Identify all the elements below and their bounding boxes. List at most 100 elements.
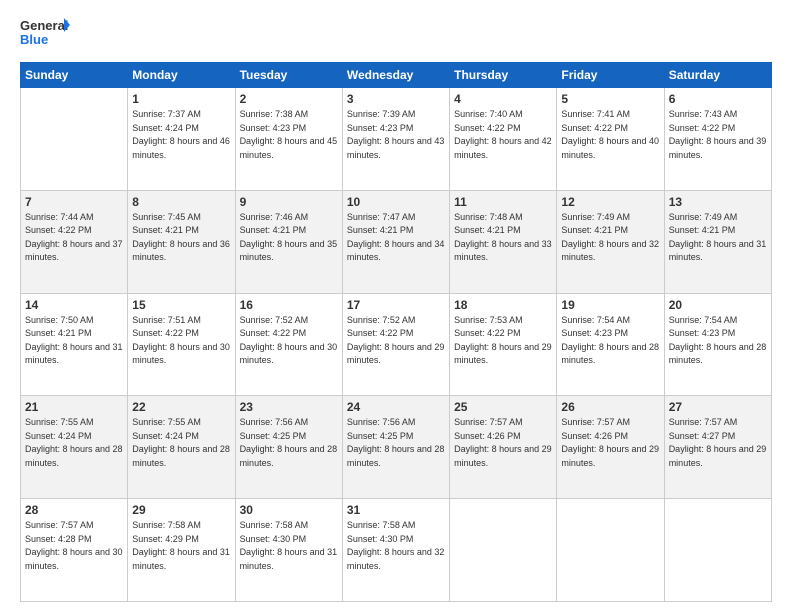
day-info: Sunrise: 7:57 AMSunset: 4:27 PMDaylight:… <box>669 416 767 470</box>
calendar-cell: 7 Sunrise: 7:44 AMSunset: 4:22 PMDaylight… <box>21 190 128 293</box>
calendar-cell: 4Sunrise: 7:40 AMSunset: 4:22 PMDaylight… <box>450 88 557 191</box>
day-info: Sunrise: 7:38 AMSunset: 4:23 PMDaylight:… <box>240 108 338 162</box>
page: General Blue SundayMondayTuesdayWednesda… <box>0 0 792 612</box>
calendar-cell: 14 Sunrise: 7:50 AMSunset: 4:21 PMDayligh… <box>21 293 128 396</box>
day-number: 13 <box>669 195 767 209</box>
day-number: 24 <box>347 400 445 414</box>
header-day-tuesday: Tuesday <box>235 63 342 88</box>
day-info: Sunrise: 7:53 AMSunset: 4:22 PMDaylight:… <box>454 314 552 368</box>
calendar-cell: 11 Sunrise: 7:48 AMSunset: 4:21 PMDayligh… <box>450 190 557 293</box>
header-day-sunday: Sunday <box>21 63 128 88</box>
day-number: 5 <box>561 92 659 106</box>
header-day-saturday: Saturday <box>664 63 771 88</box>
day-info: Sunrise: 7:58 AMSunset: 4:30 PMDaylight:… <box>240 519 338 573</box>
day-info: Sunrise: 7:55 AMSunset: 4:24 PMDaylight:… <box>25 416 123 470</box>
calendar-cell: 30 Sunrise: 7:58 AMSunset: 4:30 PMDayligh… <box>235 499 342 602</box>
calendar-cell: 23 Sunrise: 7:56 AMSunset: 4:25 PMDayligh… <box>235 396 342 499</box>
calendar-cell <box>664 499 771 602</box>
day-number: 18 <box>454 298 552 312</box>
calendar-cell: 26 Sunrise: 7:57 AMSunset: 4:26 PMDayligh… <box>557 396 664 499</box>
day-number: 17 <box>347 298 445 312</box>
day-info: Sunrise: 7:51 AMSunset: 4:22 PMDaylight:… <box>132 314 230 368</box>
calendar-cell: 18 Sunrise: 7:53 AMSunset: 4:22 PMDayligh… <box>450 293 557 396</box>
day-info: Sunrise: 7:54 AMSunset: 4:23 PMDaylight:… <box>669 314 767 368</box>
calendar-cell: 3Sunrise: 7:39 AMSunset: 4:23 PMDaylight… <box>342 88 449 191</box>
calendar-cell: 5 Sunrise: 7:41 AMSunset: 4:22 PMDaylight… <box>557 88 664 191</box>
calendar-cell <box>450 499 557 602</box>
day-number: 27 <box>669 400 767 414</box>
calendar-cell: 8 Sunrise: 7:45 AMSunset: 4:21 PMDaylight… <box>128 190 235 293</box>
week-row-5: 28Sunrise: 7:57 AMSunset: 4:28 PMDayligh… <box>21 499 772 602</box>
day-info: Sunrise: 7:49 AMSunset: 4:21 PMDaylight:… <box>669 211 767 265</box>
calendar-cell: 20 Sunrise: 7:54 AMSunset: 4:23 PMDayligh… <box>664 293 771 396</box>
calendar-cell: 12 Sunrise: 7:49 AMSunset: 4:21 PMDayligh… <box>557 190 664 293</box>
calendar-cell: 17Sunrise: 7:52 AMSunset: 4:22 PMDayligh… <box>342 293 449 396</box>
calendar-cell: 2 Sunrise: 7:38 AMSunset: 4:23 PMDaylight… <box>235 88 342 191</box>
logo: General Blue <box>20 16 70 52</box>
day-number: 6 <box>669 92 767 106</box>
svg-text:Blue: Blue <box>20 32 48 47</box>
calendar-cell: 25 Sunrise: 7:57 AMSunset: 4:26 PMDayligh… <box>450 396 557 499</box>
calendar-cell: 13 Sunrise: 7:49 AMSunset: 4:21 PMDayligh… <box>664 190 771 293</box>
day-info: Sunrise: 7:43 AMSunset: 4:22 PMDaylight:… <box>669 108 767 162</box>
day-number: 3 <box>347 92 445 106</box>
calendar-cell: 9Sunrise: 7:46 AMSunset: 4:21 PMDaylight… <box>235 190 342 293</box>
logo-svg: General Blue <box>20 16 70 52</box>
day-number: 31 <box>347 503 445 517</box>
header-day-wednesday: Wednesday <box>342 63 449 88</box>
day-info: Sunrise: 7:44 AMSunset: 4:22 PMDaylight:… <box>25 211 123 265</box>
day-number: 10 <box>347 195 445 209</box>
calendar-cell: 27 Sunrise: 7:57 AMSunset: 4:27 PMDayligh… <box>664 396 771 499</box>
calendar-cell: 1 Sunrise: 7:37 AMSunset: 4:24 PMDaylight… <box>128 88 235 191</box>
week-row-2: 7 Sunrise: 7:44 AMSunset: 4:22 PMDaylight… <box>21 190 772 293</box>
week-row-3: 14 Sunrise: 7:50 AMSunset: 4:21 PMDayligh… <box>21 293 772 396</box>
day-number: 25 <box>454 400 552 414</box>
calendar-cell: 29Sunrise: 7:58 AMSunset: 4:29 PMDayligh… <box>128 499 235 602</box>
day-info: Sunrise: 7:45 AMSunset: 4:21 PMDaylight:… <box>132 211 230 265</box>
day-number: 11 <box>454 195 552 209</box>
day-info: Sunrise: 7:54 AMSunset: 4:23 PMDaylight:… <box>561 314 659 368</box>
day-number: 26 <box>561 400 659 414</box>
calendar-cell <box>21 88 128 191</box>
calendar-cell: 19 Sunrise: 7:54 AMSunset: 4:23 PMDayligh… <box>557 293 664 396</box>
day-number: 14 <box>25 298 123 312</box>
day-number: 22 <box>132 400 230 414</box>
day-number: 4 <box>454 92 552 106</box>
day-info: Sunrise: 7:47 AMSunset: 4:21 PMDaylight:… <box>347 211 445 265</box>
calendar-cell: 16 Sunrise: 7:52 AMSunset: 4:22 PMDayligh… <box>235 293 342 396</box>
calendar-cell: 22Sunrise: 7:55 AMSunset: 4:24 PMDayligh… <box>128 396 235 499</box>
day-info: Sunrise: 7:57 AMSunset: 4:26 PMDaylight:… <box>454 416 552 470</box>
svg-text:General: General <box>20 18 68 33</box>
day-number: 1 <box>132 92 230 106</box>
day-info: Sunrise: 7:52 AMSunset: 4:22 PMDaylight:… <box>240 314 338 368</box>
day-number: 19 <box>561 298 659 312</box>
day-info: Sunrise: 7:57 AMSunset: 4:26 PMDaylight:… <box>561 416 659 470</box>
day-number: 12 <box>561 195 659 209</box>
day-number: 2 <box>240 92 338 106</box>
calendar-cell: 10 Sunrise: 7:47 AMSunset: 4:21 PMDayligh… <box>342 190 449 293</box>
header: General Blue <box>20 16 772 52</box>
day-number: 20 <box>669 298 767 312</box>
day-info: Sunrise: 7:48 AMSunset: 4:21 PMDaylight:… <box>454 211 552 265</box>
day-info: Sunrise: 7:50 AMSunset: 4:21 PMDaylight:… <box>25 314 123 368</box>
day-number: 9 <box>240 195 338 209</box>
calendar-cell: 15Sunrise: 7:51 AMSunset: 4:22 PMDayligh… <box>128 293 235 396</box>
calendar-cell: 28Sunrise: 7:57 AMSunset: 4:28 PMDayligh… <box>21 499 128 602</box>
calendar-cell: 21Sunrise: 7:55 AMSunset: 4:24 PMDayligh… <box>21 396 128 499</box>
days-header-row: SundayMondayTuesdayWednesdayThursdayFrid… <box>21 63 772 88</box>
day-number: 23 <box>240 400 338 414</box>
calendar-cell <box>557 499 664 602</box>
week-row-4: 21Sunrise: 7:55 AMSunset: 4:24 PMDayligh… <box>21 396 772 499</box>
day-number: 16 <box>240 298 338 312</box>
day-number: 30 <box>240 503 338 517</box>
day-info: Sunrise: 7:49 AMSunset: 4:21 PMDaylight:… <box>561 211 659 265</box>
day-info: Sunrise: 7:41 AMSunset: 4:22 PMDaylight:… <box>561 108 659 162</box>
day-info: Sunrise: 7:56 AMSunset: 4:25 PMDaylight:… <box>240 416 338 470</box>
header-day-friday: Friday <box>557 63 664 88</box>
day-number: 8 <box>132 195 230 209</box>
day-info: Sunrise: 7:37 AMSunset: 4:24 PMDaylight:… <box>132 108 230 162</box>
day-info: Sunrise: 7:58 AMSunset: 4:30 PMDaylight:… <box>347 519 445 573</box>
day-number: 7 <box>25 195 123 209</box>
week-row-1: 1 Sunrise: 7:37 AMSunset: 4:24 PMDaylight… <box>21 88 772 191</box>
calendar-cell: 6 Sunrise: 7:43 AMSunset: 4:22 PMDaylight… <box>664 88 771 191</box>
